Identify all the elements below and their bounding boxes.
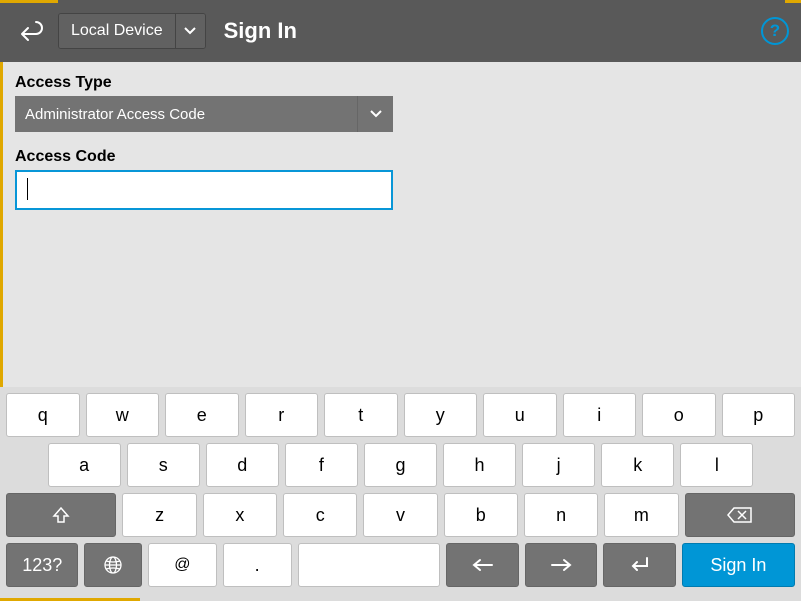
key-t[interactable]: t bbox=[324, 393, 398, 437]
key-right[interactable] bbox=[525, 543, 597, 587]
key-at[interactable]: @ bbox=[148, 543, 217, 587]
backspace-icon bbox=[727, 506, 753, 524]
key-k[interactable]: k bbox=[601, 443, 674, 487]
key-e[interactable]: e bbox=[165, 393, 239, 437]
access-type-label: Access Type bbox=[15, 74, 786, 92]
key-m[interactable]: m bbox=[604, 493, 678, 537]
shift-icon bbox=[51, 505, 71, 525]
key-left[interactable] bbox=[446, 543, 518, 587]
top-bar: Local Device Sign In ? bbox=[0, 0, 801, 62]
keyboard-row-3: z x c v b n m bbox=[6, 493, 795, 537]
key-b[interactable]: b bbox=[444, 493, 518, 537]
arrow-left-icon bbox=[472, 558, 494, 572]
help-button[interactable]: ? bbox=[761, 17, 789, 45]
key-f[interactable]: f bbox=[285, 443, 358, 487]
key-shift[interactable] bbox=[6, 493, 116, 537]
access-type-dropdown[interactable]: Administrator Access Code bbox=[15, 96, 393, 132]
keyboard-row-4: 123? @ . Sign I bbox=[6, 543, 795, 587]
back-button[interactable] bbox=[12, 13, 48, 49]
key-p[interactable]: p bbox=[722, 393, 796, 437]
chevron-down-icon bbox=[175, 14, 205, 48]
access-code-input[interactable] bbox=[15, 170, 393, 210]
sign-in-button[interactable]: Sign In bbox=[682, 543, 795, 587]
globe-icon bbox=[103, 555, 123, 575]
undo-icon bbox=[16, 20, 44, 42]
key-language[interactable] bbox=[84, 543, 142, 587]
keyboard-row-1: q w e r t y u i o p bbox=[6, 393, 795, 437]
key-o[interactable]: o bbox=[642, 393, 716, 437]
key-r[interactable]: r bbox=[245, 393, 319, 437]
on-screen-keyboard: q w e r t y u i o p a s d f g h j k l z … bbox=[0, 387, 801, 601]
key-i[interactable]: i bbox=[563, 393, 637, 437]
key-x[interactable]: x bbox=[203, 493, 277, 537]
access-type-value: Administrator Access Code bbox=[15, 106, 357, 123]
key-space[interactable] bbox=[298, 543, 441, 587]
key-u[interactable]: u bbox=[483, 393, 557, 437]
keyboard-row-2: a s d f g h j k l bbox=[6, 443, 795, 487]
key-v[interactable]: v bbox=[363, 493, 437, 537]
key-mode-toggle[interactable]: 123? bbox=[6, 543, 78, 587]
chevron-down-icon bbox=[357, 96, 393, 132]
key-d[interactable]: d bbox=[206, 443, 279, 487]
key-g[interactable]: g bbox=[364, 443, 437, 487]
spacer bbox=[759, 443, 795, 487]
key-enter[interactable] bbox=[603, 543, 675, 587]
key-l[interactable]: l bbox=[680, 443, 753, 487]
sign-in-method-dropdown[interactable]: Local Device bbox=[58, 13, 206, 49]
arrow-right-icon bbox=[550, 558, 572, 572]
sign-in-method-value: Local Device bbox=[59, 14, 175, 48]
key-j[interactable]: j bbox=[522, 443, 595, 487]
key-y[interactable]: y bbox=[404, 393, 478, 437]
enter-icon bbox=[629, 556, 651, 574]
access-code-label: Access Code bbox=[15, 148, 786, 166]
key-backspace[interactable] bbox=[685, 493, 795, 537]
help-icon: ? bbox=[770, 21, 780, 41]
key-h[interactable]: h bbox=[443, 443, 516, 487]
key-dot[interactable]: . bbox=[223, 543, 292, 587]
text-cursor bbox=[27, 178, 28, 200]
key-s[interactable]: s bbox=[127, 443, 200, 487]
page-title: Sign In bbox=[224, 18, 297, 44]
key-z[interactable]: z bbox=[122, 493, 196, 537]
key-q[interactable]: q bbox=[6, 393, 80, 437]
key-c[interactable]: c bbox=[283, 493, 357, 537]
spacer bbox=[6, 443, 42, 487]
key-w[interactable]: w bbox=[86, 393, 160, 437]
key-a[interactable]: a bbox=[48, 443, 121, 487]
main-form-area: Access Type Administrator Access Code Ac… bbox=[0, 62, 801, 387]
key-n[interactable]: n bbox=[524, 493, 598, 537]
